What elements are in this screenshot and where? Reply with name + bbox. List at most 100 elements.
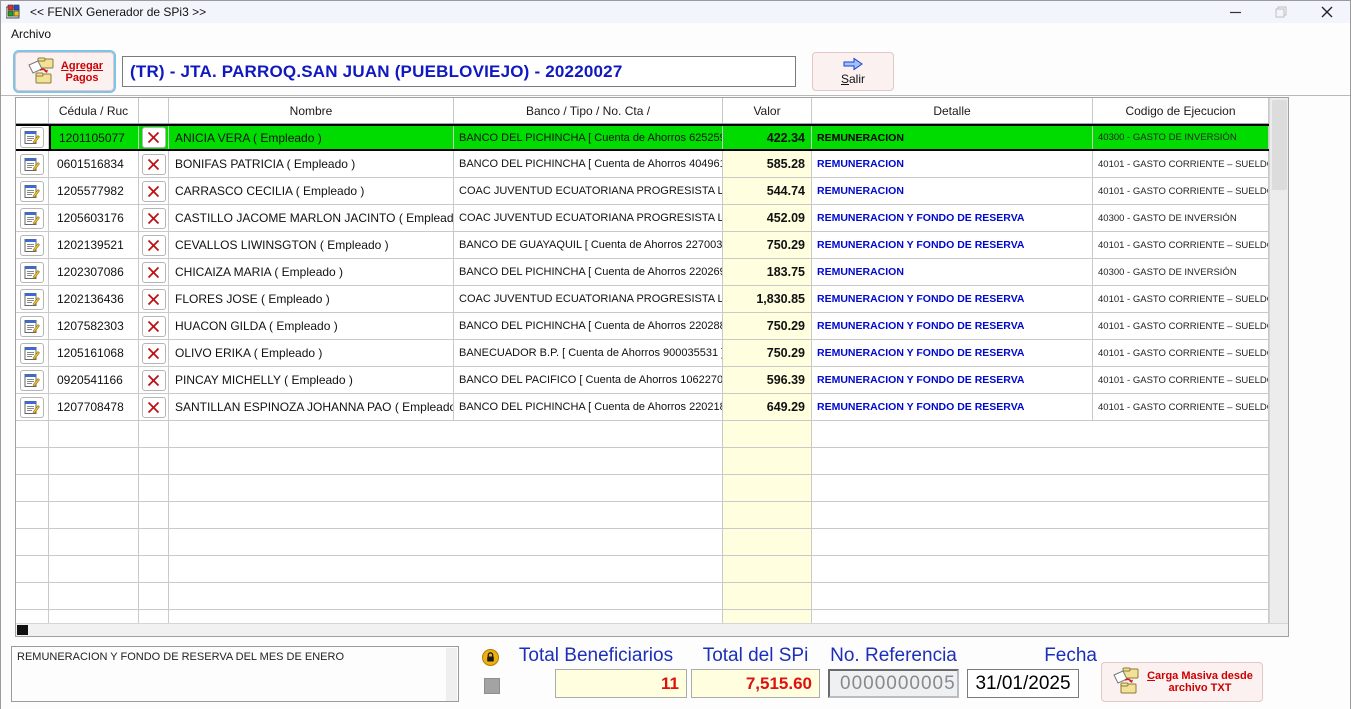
detalle-cell: REMUNERACION	[812, 178, 1093, 204]
valor-cell: 422.34	[723, 126, 812, 149]
fecha-field[interactable]: 31/01/2025	[967, 669, 1079, 698]
detalle-cell: REMUNERACION Y FONDO DE RESERVA	[812, 205, 1093, 231]
edit-row-icon	[24, 211, 40, 226]
status-square[interactable]	[484, 678, 500, 694]
salir-button[interactable]: Salir	[812, 52, 894, 91]
comment-textarea[interactable]: REMUNERACION Y FONDO DE RESERVA DEL MES …	[11, 646, 459, 702]
table-row[interactable]: 1205577982CARRASCO CECILIA ( Empleado )C…	[16, 178, 1269, 205]
edit-row-icon	[24, 319, 40, 334]
window-controls	[1212, 1, 1350, 23]
table-row[interactable]: 0601516834BONIFAS PATRICIA ( Empleado )B…	[16, 151, 1269, 178]
empty-table-row	[16, 556, 1269, 583]
delete-row-button[interactable]	[142, 343, 166, 364]
banco-cell: BANCO DEL PACIFICO [ Cuenta de Ahorros 1…	[454, 367, 723, 393]
edit-row-button[interactable]	[20, 343, 44, 364]
table-row[interactable]: 1201105077ANICIA VERA ( Empleado )BANCO …	[16, 124, 1269, 151]
delete-row-button[interactable]	[142, 208, 166, 229]
delete-row-button[interactable]	[142, 316, 166, 337]
delete-row-button[interactable]	[142, 397, 166, 418]
edit-row-icon	[24, 238, 40, 253]
header-banco: Banco / Tipo / No. Cta /	[454, 98, 723, 123]
delete-row-icon	[147, 185, 160, 198]
comment-text: REMUNERACION Y FONDO DE RESERVA DEL MES …	[17, 651, 344, 663]
edit-row-button[interactable]	[20, 235, 44, 256]
delete-row-button[interactable]	[142, 235, 166, 256]
header-valor: Valor	[723, 98, 812, 123]
comment-scrollbar[interactable]	[446, 648, 457, 702]
delete-row-icon	[147, 131, 160, 144]
menu-archivo[interactable]: Archivo	[1, 25, 59, 43]
edit-row-icon	[24, 292, 40, 307]
table-row[interactable]: 1207582303HUACON GILDA ( Empleado )BANCO…	[16, 313, 1269, 340]
nombre-cell: HUACON GILDA ( Empleado )	[169, 313, 454, 339]
edit-row-button[interactable]	[20, 316, 44, 337]
salir-label: Salir	[841, 72, 865, 86]
vertical-scrollbar[interactable]	[1269, 98, 1288, 623]
edit-row-button[interactable]	[20, 208, 44, 229]
carga-masiva-button[interactable]: Carga Masiva desde archivo TXT	[1101, 662, 1263, 702]
delete-row-icon	[147, 266, 160, 279]
table-row[interactable]: 1205603176CASTILLO JACOME MARLON JACINTO…	[16, 205, 1269, 232]
banco-cell: BANECUADOR B.P. [ Cuenta de Ahorros 9000…	[454, 340, 723, 366]
delete-row-button[interactable]	[142, 154, 166, 175]
table-row[interactable]: 1202136436FLORES JOSE ( Empleado )COAC J…	[16, 286, 1269, 313]
nombre-cell: OLIVO ERIKA ( Empleado )	[169, 340, 454, 366]
edit-row-icon	[24, 184, 40, 199]
edit-row-icon	[24, 157, 40, 172]
edit-row-button[interactable]	[20, 289, 44, 310]
valor-cell: 750.29	[723, 313, 812, 339]
toolbar: Agregar Pagos (TR) - JTA. PARROQ.SAN JUA…	[1, 44, 1350, 96]
horizontal-scrollbar-thumb[interactable]	[17, 625, 28, 635]
table-row[interactable]: 1207708478SANTILLAN ESPINOZA JOHANNA PAO…	[16, 394, 1269, 421]
vertical-scrollbar-thumb[interactable]	[1272, 100, 1287, 190]
edit-row-button[interactable]	[20, 397, 44, 418]
agregar-pagos-button[interactable]: Agregar Pagos	[15, 52, 114, 91]
carga-masiva-label: Carga Masiva desde archivo TXT	[1147, 670, 1253, 694]
valor-cell: 183.75	[723, 259, 812, 285]
detalle-cell: REMUNERACION Y FONDO DE RESERVA	[812, 286, 1093, 312]
nombre-cell: BONIFAS PATRICIA ( Empleado )	[169, 151, 454, 177]
codigo-cell: 40101 - GASTO CORRIENTE – SUELDOS	[1093, 232, 1269, 258]
valor-cell: 750.29	[723, 232, 812, 258]
close-icon[interactable]	[1304, 1, 1350, 23]
cedula-cell: 1205603176	[49, 205, 139, 231]
codigo-cell: 40101 - GASTO CORRIENTE – SUELDOS	[1093, 286, 1269, 312]
edit-row-icon	[24, 373, 40, 388]
entity-field[interactable]: (TR) - JTA. PARROQ.SAN JUAN (PUEBLOVIEJO…	[122, 56, 796, 87]
cedula-cell: 0920541166	[49, 367, 139, 393]
edit-row-button[interactable]	[20, 154, 44, 175]
edit-row-button[interactable]	[20, 262, 44, 283]
delete-row-button[interactable]	[142, 127, 166, 148]
edit-row-button[interactable]	[20, 127, 44, 148]
footer-panel: REMUNERACION Y FONDO DE RESERVA DEL MES …	[1, 637, 1350, 709]
delete-row-button[interactable]	[142, 289, 166, 310]
edit-row-button[interactable]	[20, 181, 44, 202]
table-row[interactable]: 1202307086CHICAIZA MARIA ( Empleado )BAN…	[16, 259, 1269, 286]
table-row[interactable]: 1205161068OLIVO ERIKA ( Empleado )BANECU…	[16, 340, 1269, 367]
empty-table-row	[16, 529, 1269, 556]
edit-row-icon	[24, 265, 40, 280]
table-grid: Cédula / Ruc Nombre Banco / Tipo / No. C…	[16, 98, 1269, 623]
table-row[interactable]: 1202139521CEVALLOS LIWINSGTON ( Empleado…	[16, 232, 1269, 259]
detalle-cell: REMUNERACION Y FONDO DE RESERVA	[812, 232, 1093, 258]
minimize-icon[interactable]	[1212, 1, 1258, 23]
exit-arrow-icon	[842, 57, 864, 71]
horizontal-scrollbar[interactable]	[16, 623, 1288, 636]
maximize-icon[interactable]	[1258, 1, 1304, 23]
edit-row-icon	[24, 130, 40, 145]
table-row[interactable]: 0920541166PINCAY MICHELLY ( Empleado )BA…	[16, 367, 1269, 394]
delete-row-button[interactable]	[142, 181, 166, 202]
delete-row-button[interactable]	[142, 262, 166, 283]
delete-row-icon	[147, 212, 160, 225]
valor-cell: 596.39	[723, 367, 812, 393]
edit-row-button[interactable]	[20, 370, 44, 391]
empty-table-row	[16, 583, 1269, 610]
nombre-cell: ANICIA VERA ( Empleado )	[169, 126, 454, 149]
delete-row-button[interactable]	[142, 370, 166, 391]
header-edit-col	[16, 98, 49, 123]
header-detalle: Detalle	[812, 98, 1093, 123]
nombre-cell: CEVALLOS LIWINSGTON ( Empleado )	[169, 232, 454, 258]
detalle-cell: REMUNERACION Y FONDO DE RESERVA	[812, 340, 1093, 366]
detalle-cell: REMUNERACION	[812, 151, 1093, 177]
banco-cell: BANCO DEL PICHINCHA [ Cuenta de Ahorros …	[454, 313, 723, 339]
